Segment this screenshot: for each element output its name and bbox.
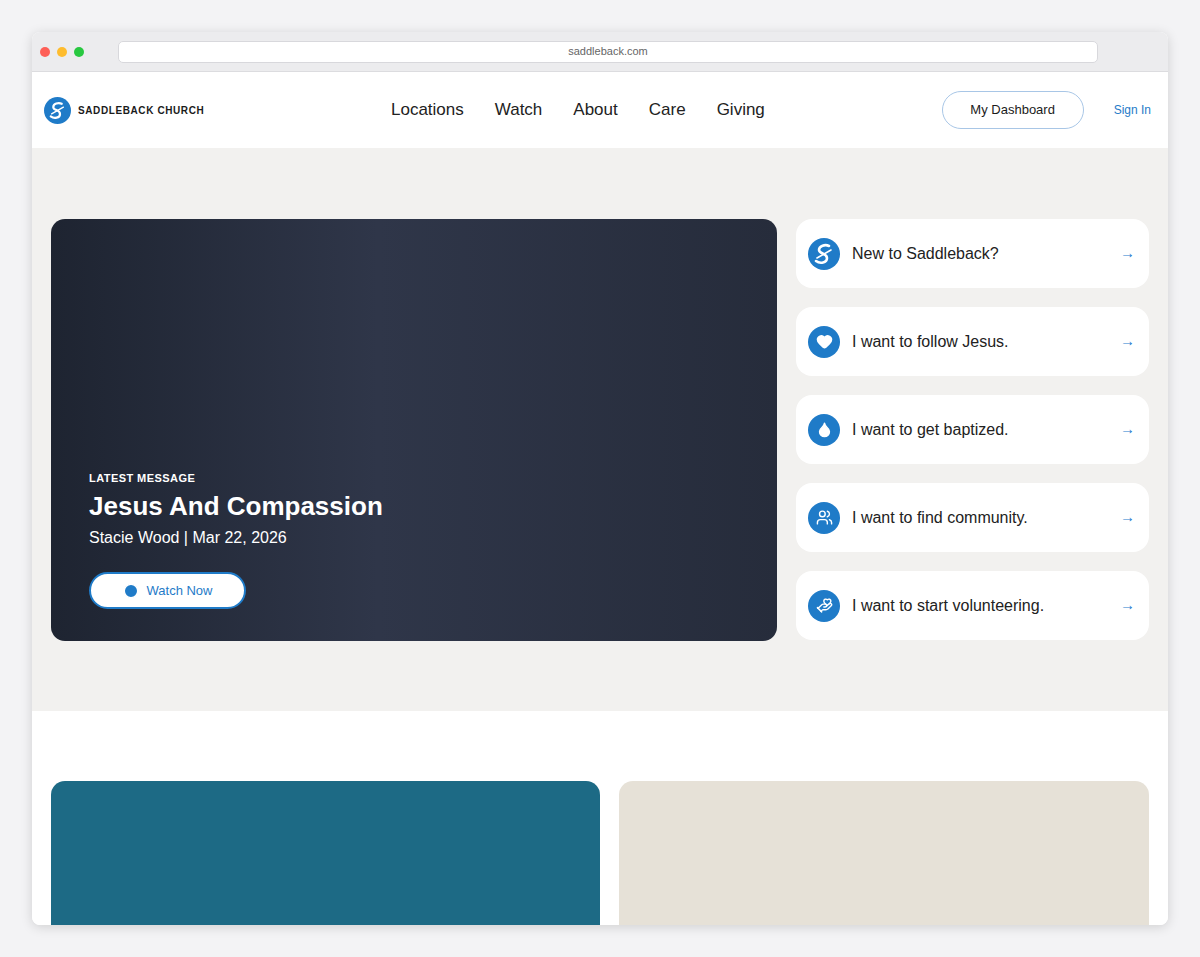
message-meta: Stacie Wood | Mar 22, 2026: [89, 526, 739, 550]
nav-link[interactable]: Locations: [391, 97, 464, 123]
quick-links: New to Saddleback?→ I want to follow Jesu…: [796, 219, 1149, 711]
arrow-icon: →: [1120, 330, 1135, 353]
main-nav: Locations Watch About Care Giving: [391, 97, 765, 123]
arrow-icon: →: [1120, 418, 1135, 441]
latest-message-card[interactable]: LATEST MESSAGE Jesus And Compassion Stacie…: [51, 219, 777, 641]
quick-link[interactable]: New to Saddleback?→: [796, 219, 1149, 288]
sign-in-link[interactable]: Sign In: [1114, 101, 1151, 119]
arrow-icon: →: [1120, 242, 1135, 265]
arrow-icon: →: [1120, 506, 1135, 529]
nav-link[interactable]: Giving: [717, 97, 765, 123]
logo[interactable]: SADDLEBACK CHURCH: [44, 97, 391, 124]
play-icon: [123, 583, 139, 599]
quick-link[interactable]: I want to find community.→: [796, 483, 1149, 552]
page: saddleback.com SADDLEBACK CHURCHLocations…: [0, 0, 1200, 957]
minimize-dot[interactable]: [57, 47, 67, 57]
logo-icon: [44, 97, 71, 124]
featured-card[interactable]: [51, 781, 600, 925]
volunteer-hand-icon: [808, 590, 840, 622]
nav-link[interactable]: Care: [649, 97, 686, 123]
water-drop-icon: [808, 414, 840, 446]
quick-link[interactable]: I want to follow Jesus.→: [796, 307, 1149, 376]
featured-card[interactable]: [619, 781, 1149, 925]
message-eyebrow: LATEST MESSAGE: [89, 470, 739, 487]
nav-link[interactable]: Watch: [495, 97, 543, 123]
saddleback-logo-icon: [808, 238, 840, 270]
zoom-dot[interactable]: [74, 47, 84, 57]
close-dot[interactable]: [40, 47, 50, 57]
nav-link[interactable]: About: [573, 97, 617, 123]
title-bar: saddleback.com: [32, 32, 1168, 72]
featured-section: [32, 711, 1168, 925]
heart-icon: [808, 326, 840, 358]
quick-link[interactable]: I want to get baptized.→: [796, 395, 1149, 464]
address-bar[interactable]: saddleback.com: [118, 41, 1098, 63]
arrow-icon: →: [1120, 594, 1135, 617]
community-icon: [808, 502, 840, 534]
dashboard-button[interactable]: My Dashboard: [942, 91, 1084, 129]
watch-now-button[interactable]: Watch Now: [89, 572, 246, 609]
browser-window: saddleback.com SADDLEBACK CHURCHLocations…: [32, 32, 1168, 925]
message-title: Jesus And Compassion: [89, 491, 739, 522]
site-header: SADDLEBACK CHURCHLocations Watch About Care…: [32, 72, 1168, 148]
hero-section: LATEST MESSAGE Jesus And Compassion Stacie…: [32, 148, 1168, 711]
quick-link[interactable]: I want to start volunteering.→: [796, 571, 1149, 640]
